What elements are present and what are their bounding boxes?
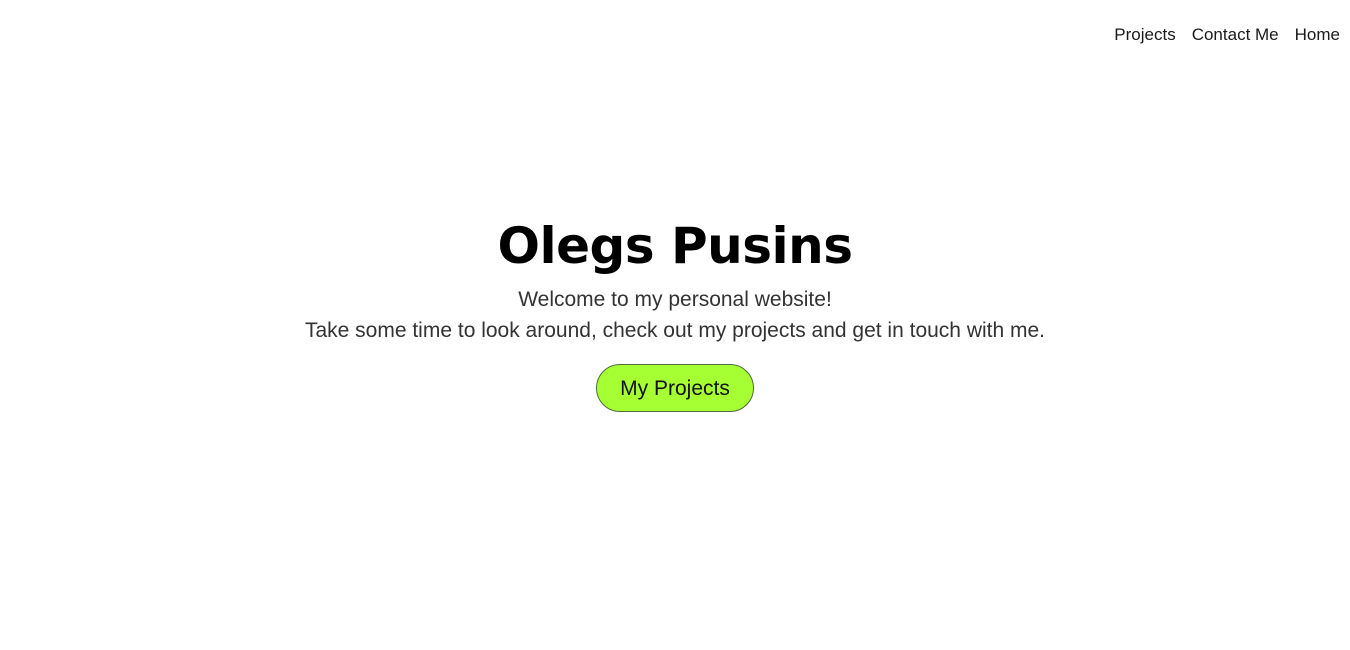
nav-link-home[interactable]: Home [1295,24,1340,46]
hero-subtitle-line-1: Welcome to my personal website! [518,288,832,311]
nav-link-projects[interactable]: Projects [1114,24,1175,46]
top-navigation: Projects Contact Me Home [1114,24,1340,46]
page-title: Olegs Pusins [497,217,853,275]
hero-section: Olegs Pusins Welcome to my personal webs… [0,214,1350,412]
nav-link-contact-me[interactable]: Contact Me [1192,24,1279,46]
hero-subtitle-line-2: Take some time to look around, check out… [304,319,1046,342]
my-projects-button[interactable]: My Projects [596,364,754,412]
hero-subtitle: Welcome to my personal website! Take som… [0,284,1350,346]
page: Projects Contact Me Home Olegs Pusins We… [0,0,1350,650]
